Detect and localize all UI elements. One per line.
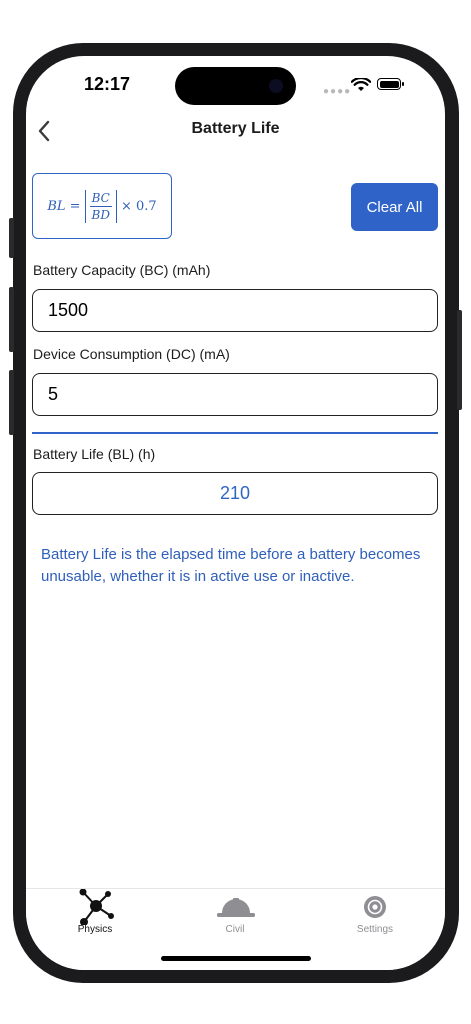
formula-lhs: BL =: [47, 198, 81, 214]
formula-denominator: BD: [91, 207, 110, 222]
tab-settings[interactable]: Settings: [325, 889, 425, 949]
status-time: 12:17: [84, 74, 131, 94]
formula-multiplier: × 0.7: [120, 198, 157, 214]
page-title: Battery Life: [191, 120, 280, 137]
result-field: 210: [32, 472, 438, 515]
description-text: Battery Life is the elapsed time before …: [41, 546, 421, 585]
formula-display: BL = BC BD × 0.7: [32, 173, 172, 239]
volume-down-button: [9, 370, 14, 435]
consumption-label: Device Consumption (DC) (mA): [33, 346, 230, 362]
gear-icon: [364, 896, 386, 918]
front-camera: [269, 79, 283, 93]
power-button: [457, 310, 462, 410]
consumption-input[interactable]: 5: [32, 373, 438, 416]
battery-icon: [377, 78, 404, 90]
clear-all-button[interactable]: Clear All: [351, 183, 438, 231]
tab-settings-label: Settings: [356, 924, 394, 935]
tab-physics[interactable]: Physics: [45, 889, 145, 949]
signal-icon: ●●●●: [323, 86, 352, 97]
tab-civil-label: Civil: [225, 924, 245, 935]
capacity-input[interactable]: 1500: [32, 289, 438, 332]
formula-fraction: BC BD: [84, 189, 117, 223]
formula-numerator: BC: [89, 190, 112, 207]
section-divider: [32, 432, 438, 434]
capacity-label: Battery Capacity (BC) (mAh): [33, 262, 211, 278]
result-label: Battery Life (BL) (h): [33, 446, 156, 462]
tab-physics-label: Physics: [77, 924, 113, 935]
dynamic-island: [175, 67, 296, 105]
tab-civil[interactable]: Civil: [185, 889, 285, 949]
hard-hat-icon: [217, 898, 255, 917]
home-indicator: [161, 956, 311, 961]
volume-up-button: [9, 287, 14, 352]
molecule-icon: [79, 889, 114, 925]
action-button: [9, 218, 14, 258]
app-screen: 12:17 ●●●● Battery Life BL = BC BD × 0.7…: [26, 56, 445, 970]
wifi-icon: [351, 78, 371, 91]
